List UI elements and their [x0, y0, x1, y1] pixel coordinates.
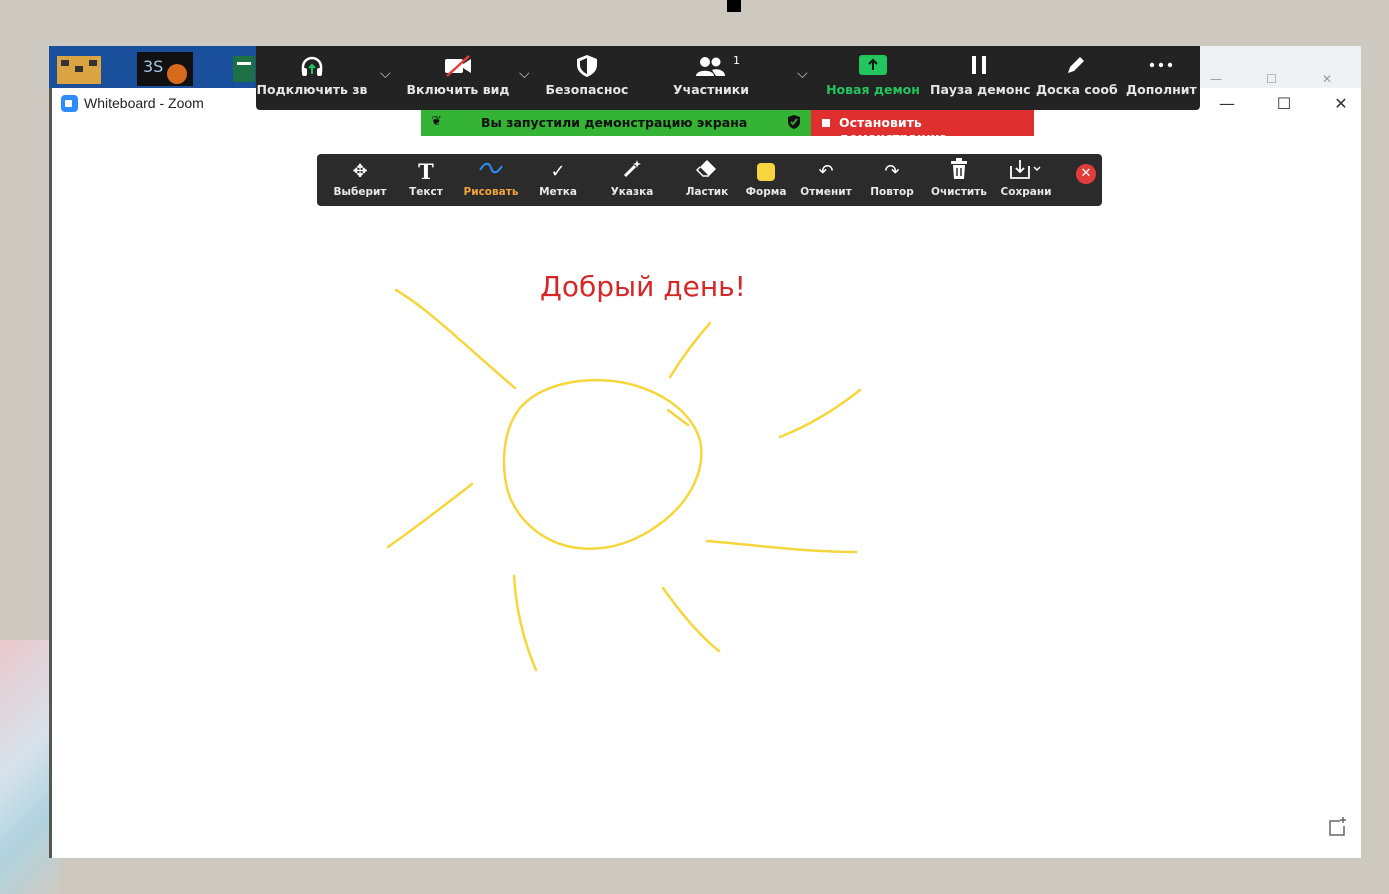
tool-save[interactable]: Сохрани — [997, 154, 1055, 206]
pencil-icon — [1036, 54, 1116, 82]
pause-share-label: Пауза демонс — [930, 82, 1031, 97]
spotlight-icon — [603, 158, 661, 186]
eraser-icon — [679, 158, 735, 186]
tool-text-label: Текст — [409, 186, 443, 198]
tool-draw-label: Рисовать — [463, 186, 519, 198]
participants-icon — [666, 54, 756, 82]
pause-icon — [930, 54, 1028, 82]
tool-stamp-label: Метка — [539, 186, 577, 198]
pause-share-button[interactable]: Пауза демонс — [930, 46, 1031, 110]
sharing-status-banner: ❦ Вы запустили демонстрацию экрана — [421, 110, 811, 136]
tool-redo-label: Повтор — [870, 186, 914, 198]
greeting-text[interactable]: Добрый день! — [540, 270, 746, 303]
tool-clear-label: Очистить — [931, 186, 987, 198]
tool-draw[interactable]: Рисовать — [459, 154, 523, 206]
start-video-button[interactable]: Включить вид — [406, 46, 510, 110]
tool-redo[interactable]: ↷ Повтор — [865, 154, 919, 206]
video-off-icon — [406, 54, 510, 82]
sun-ray — [394, 288, 517, 390]
whiteboard-annotate-label: Доска сооб — [1036, 82, 1118, 97]
move-icon: ✥ — [352, 161, 368, 182]
undo-icon: ↶ — [818, 161, 834, 182]
more-label: Дополнит — [1126, 82, 1197, 97]
tool-eraser-label: Ластик — [685, 186, 729, 198]
audio-options-chevron-icon[interactable]: ⌵ — [380, 66, 391, 82]
tool-undo[interactable]: ↶ Отменит — [799, 154, 853, 206]
format-swatch-icon — [743, 158, 789, 186]
sun-ray — [512, 574, 538, 672]
join-audio-button[interactable]: Подключить зв — [256, 46, 368, 110]
new-share-label: Новая демон — [826, 82, 920, 97]
tool-format[interactable]: Форма — [743, 154, 789, 206]
tool-undo-label: Отменит — [800, 186, 852, 198]
shield-check-icon — [787, 114, 801, 130]
participants-button[interactable]: Участники — [666, 46, 756, 110]
sun-ray — [705, 539, 858, 554]
sun-ray — [778, 388, 862, 439]
stop-square-icon — [822, 119, 830, 127]
shield-icon — [542, 54, 632, 82]
tool-spotlight-label: Указка — [610, 186, 654, 198]
save-icon — [997, 158, 1055, 186]
whiteboard-annotate-button[interactable]: Доска сооб — [1036, 46, 1118, 110]
security-button[interactable]: Безопаснос — [542, 46, 632, 110]
more-button[interactable]: Дополнит — [1126, 46, 1197, 110]
join-audio-label: Подключить зв — [256, 82, 368, 97]
tool-save-label: Сохрани — [1000, 186, 1052, 198]
tool-select-label: Выберит — [333, 186, 387, 198]
tool-spotlight[interactable]: Указка — [603, 154, 661, 206]
redo-icon: ↷ — [884, 161, 900, 182]
trash-icon — [929, 158, 989, 186]
video-options-chevron-icon[interactable]: ⌵ — [519, 66, 530, 82]
tool-eraser[interactable]: Ластик — [679, 154, 735, 206]
stop-share-button[interactable]: Остановить демонстрацию — [811, 110, 1034, 145]
tool-text[interactable]: T Текст — [399, 154, 453, 206]
new-tab-corner-icon[interactable] — [1326, 816, 1348, 843]
tool-stamp[interactable]: ✓ Метка — [531, 154, 585, 206]
draw-icon — [459, 158, 523, 186]
sun-ray — [666, 408, 690, 427]
meeting-controls-bar: Подключить зв ⌵ Включить вид ⌵ Безопасно… — [256, 46, 1200, 110]
text-icon: T — [418, 159, 434, 184]
sun-ray — [668, 321, 712, 379]
start-video-label: Включить вид — [406, 82, 510, 97]
participants-count-badge: 1 — [733, 54, 740, 67]
sharing-status-text: Вы запустили демонстрацию экрана — [481, 115, 748, 130]
tool-format-label: Форма — [745, 186, 787, 198]
security-label: Безопаснос — [545, 82, 629, 97]
participants-label: Участники — [673, 82, 749, 97]
sun-circle — [502, 378, 703, 550]
close-annotation-button[interactable]: ✕ — [1076, 164, 1096, 184]
checkmark-icon: ✓ — [550, 161, 566, 182]
leaf-icon: ❦ — [431, 114, 442, 129]
headphones-icon — [256, 54, 368, 82]
participants-options-chevron-icon[interactable]: ⌵ — [797, 66, 808, 82]
sun-ray — [386, 482, 474, 549]
more-dots-icon — [1126, 54, 1196, 82]
stop-share-label: Остановить демонстрацию — [839, 115, 948, 145]
tool-select[interactable]: ✥ Выберит — [325, 154, 395, 206]
new-share-button[interactable]: Новая демон — [824, 46, 922, 110]
sun-ray — [661, 586, 721, 653]
share-screen-icon — [824, 54, 922, 82]
tool-clear[interactable]: Очистить — [929, 154, 989, 206]
annotation-toolbar: ✥ Выберит T Текст Рисовать ✓ Метка Указк… — [317, 154, 1102, 206]
